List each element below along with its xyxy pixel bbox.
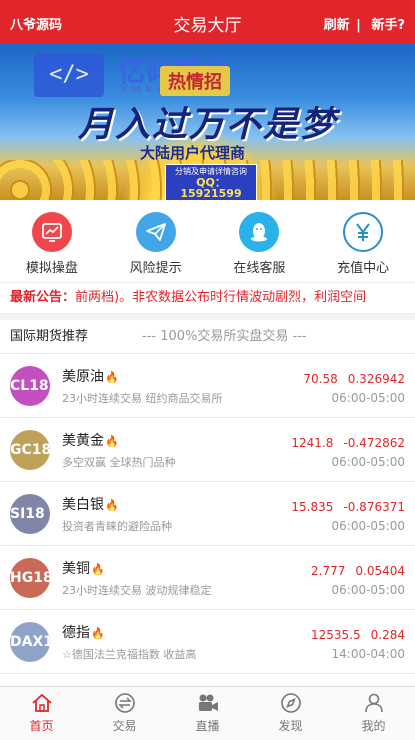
product-price: 70.58 [303, 372, 338, 386]
flame-icon: 🔥 [91, 563, 105, 576]
product-quote: 12535.5 0.284 [311, 628, 405, 642]
product-avatar: DAX1 [10, 622, 50, 662]
product-row-gold[interactable]: GC18 美黄金🔥 多空双赢 全球热门品种 1241.8 -0.472862 06… [0, 418, 415, 482]
section-subtitle: --- 100%交易所实盘交易 --- [142, 329, 307, 344]
product-avatar: CL18 [10, 366, 50, 406]
trading-hours: 06:00-05:00 [331, 583, 406, 597]
menu-item-recharge[interactable]: 充值中心 [311, 200, 415, 282]
header-actions: 刷新 | 新手? [324, 14, 405, 33]
product-change: 0.05404 [355, 564, 405, 578]
product-desc: 投资者青睐的避险品种 [62, 520, 172, 533]
trading-hours: 14:00-04:00 [331, 647, 406, 661]
product-quote: 2.777 0.05404 [311, 564, 405, 578]
product-quote: 15.835 -0.876371 [291, 500, 405, 514]
promo-banner[interactable]: </> 亿码酷站 YMKUZHAN 热情招 月入过万不是梦 大陆用户代理商 分销… [0, 44, 415, 200]
product-row-dax[interactable]: DAX1 德指🔥 ☆德国法兰克福指数 收益高 12535.5 0.284 14:0… [0, 610, 415, 674]
product-name: 美原油 [62, 369, 104, 385]
tab-label: 我的 [361, 719, 386, 733]
product-name-wrap: 美白银🔥 [62, 494, 119, 514]
newbie-button[interactable]: 新手? [371, 18, 405, 33]
exchange-icon [83, 691, 166, 715]
product-row-silver[interactable]: SI18 美白银🔥 投资者青睐的避险品种 15.835 -0.876371 06:… [0, 482, 415, 546]
top-header: 八爷源码 交易大厅 刷新 | 新手? [0, 0, 415, 44]
product-name-wrap: 美黄金🔥 [62, 430, 119, 450]
user-icon [332, 691, 415, 715]
product-name-wrap: 美铜🔥 [62, 558, 105, 578]
product-desc: 23小时连续交易 纽约商品交易所 [62, 392, 223, 405]
chart-icon [31, 212, 72, 252]
product-quote: 1241.8 -0.472862 [291, 436, 405, 450]
product-price: 1241.8 [291, 436, 334, 450]
trading-hours: 06:00-05:00 [331, 391, 406, 405]
product-price: 2.777 [311, 564, 346, 578]
product-change: -0.472862 [343, 436, 405, 450]
quick-menu: 模拟操盘 风险提示 在线客服 充值中心 [0, 200, 415, 282]
home-icon [0, 691, 83, 715]
bottom-tab-bar: 首页 交易 直播 发现 我的 [0, 686, 415, 740]
futures-section-header: 国际期货推荐 --- 100%交易所实盘交易 --- [0, 320, 415, 354]
paper-plane-icon [135, 212, 176, 252]
product-quote: 70.58 0.326942 [303, 372, 405, 386]
product-avatar: GC18 [10, 430, 50, 470]
menu-item-label: 模拟操盘 [25, 261, 78, 276]
announcement-label: 最新公告： [10, 290, 76, 305]
menu-item-risk[interactable]: 风险提示 [104, 200, 208, 282]
tab-trade[interactable]: 交易 [83, 687, 166, 740]
product-row-copper[interactable]: HG18 美铜🔥 23小时连续交易 波动规律稳定 2.777 0.05404 06… [0, 546, 415, 610]
product-price: 12535.5 [311, 628, 361, 642]
banner-contact: 分销及申请详情咨询 QQ：15921599 [165, 164, 257, 200]
menu-item-label: 在线客服 [233, 261, 286, 276]
yen-icon [343, 212, 384, 252]
product-change: 0.284 [370, 628, 405, 642]
banner-slogan: 月入过万不是梦 [78, 104, 338, 145]
code-logo-icon: </> [34, 53, 104, 97]
product-list: CL18 美原油🔥 23小时连续交易 纽约商品交易所 70.58 0.326942… [0, 354, 415, 674]
tab-profile[interactable]: 我的 [332, 687, 415, 740]
product-name: 美白银 [62, 497, 104, 513]
flame-icon: 🔥 [105, 371, 119, 384]
product-desc: 多空双赢 全球热门品种 [62, 456, 176, 469]
video-camera-icon [166, 691, 249, 715]
menu-item-simulate[interactable]: 模拟操盘 [0, 200, 104, 282]
product-row-crude-oil[interactable]: CL18 美原油🔥 23小时连续交易 纽约商品交易所 70.58 0.326942… [0, 354, 415, 418]
refresh-button[interactable]: 刷新 [324, 18, 350, 33]
product-price: 15.835 [291, 500, 334, 514]
menu-item-label: 风险提示 [129, 261, 182, 276]
tab-label: 首页 [29, 719, 54, 733]
trading-hours: 06:00-05:00 [331, 455, 406, 469]
announcement-text: 前两档)。非农数据公布时行情波动剧烈，利润空间 [75, 290, 367, 305]
product-desc: 23小时连续交易 波动规律稳定 [62, 584, 212, 597]
tab-label: 交易 [112, 719, 137, 733]
announcement-bar[interactable]: 最新公告：前两档)。非农数据公布时行情波动剧烈，利润空间 [0, 282, 415, 314]
menu-item-service[interactable]: 在线客服 [208, 200, 312, 282]
product-desc: ☆德国法兰克福指数 收益高 [62, 648, 197, 661]
tab-live[interactable]: 直播 [166, 687, 249, 740]
tab-label: 发现 [278, 719, 303, 733]
product-change: 0.326942 [347, 372, 405, 386]
qq-penguin-icon [239, 212, 280, 252]
product-avatar: HG18 [10, 558, 50, 598]
product-name: 美黄金 [62, 433, 104, 449]
product-name: 德指 [62, 625, 90, 641]
compass-icon [249, 691, 332, 715]
flame-icon: 🔥 [91, 627, 105, 640]
flame-icon: 🔥 [105, 499, 119, 512]
tab-label: 直播 [195, 719, 220, 733]
tab-discover[interactable]: 发现 [249, 687, 332, 740]
product-change: -0.876371 [343, 500, 405, 514]
menu-item-label: 充值中心 [337, 261, 390, 276]
product-avatar: SI18 [10, 494, 50, 534]
tab-home[interactable]: 首页 [0, 687, 83, 740]
product-name: 美铜 [62, 561, 90, 577]
product-name-wrap: 美原油🔥 [62, 366, 119, 386]
header-separator: | [356, 18, 361, 33]
banner-promo: 热情招 [160, 66, 230, 96]
flame-icon: 🔥 [105, 435, 119, 448]
banner-sub-slogan: 大陆用户代理商 [140, 144, 246, 162]
product-name-wrap: 德指🔥 [62, 622, 105, 642]
banner-qq: QQ：15921599 [180, 176, 242, 200]
trading-hours: 06:00-05:00 [331, 519, 406, 533]
section-title: 国际期货推荐 [10, 329, 89, 344]
